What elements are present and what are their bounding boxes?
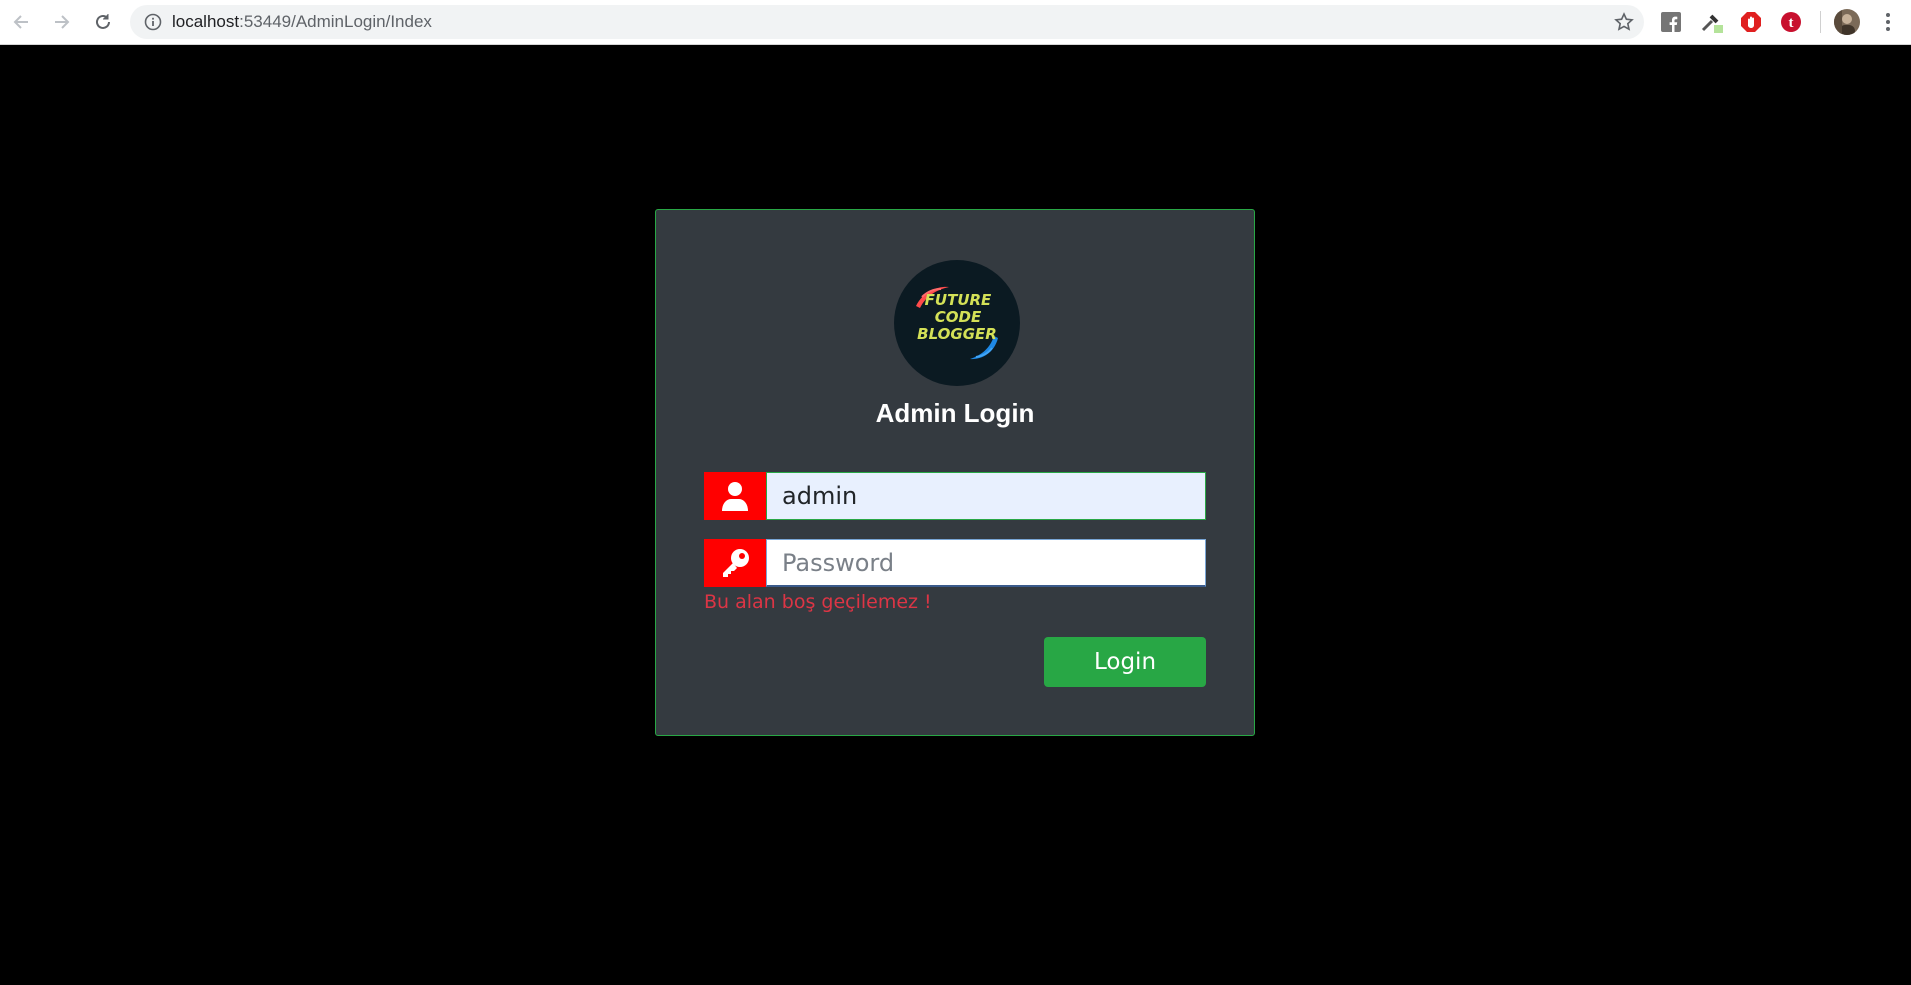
logo-line-3: BLOGGER bbox=[917, 325, 997, 343]
url-text[interactable]: localhost:53449/AdminLogin/Index bbox=[172, 5, 432, 39]
login-card: FUTURE CODE BLOGGER Admin Login Bu alan … bbox=[655, 209, 1255, 736]
forward-arrow-icon[interactable] bbox=[49, 9, 75, 35]
profile-avatar[interactable] bbox=[1834, 9, 1860, 35]
toolbar-divider bbox=[1820, 11, 1821, 33]
kebab-menu-icon[interactable] bbox=[1876, 10, 1900, 34]
username-group bbox=[704, 472, 1206, 520]
login-button[interactable]: Login bbox=[1044, 637, 1206, 687]
logo-line-2: CODE bbox=[935, 308, 982, 326]
page-title: Admin Login bbox=[875, 398, 1035, 428]
password-input[interactable] bbox=[766, 539, 1206, 587]
svg-text:t: t bbox=[1789, 15, 1794, 31]
eyedropper-icon[interactable] bbox=[1699, 10, 1723, 34]
browser-toolbar: localhost:53449/AdminLogin/Index t bbox=[0, 0, 1911, 45]
logo: FUTURE CODE BLOGGER bbox=[894, 260, 1020, 386]
logo-line-1: FUTURE bbox=[925, 291, 992, 309]
facebook-icon[interactable] bbox=[1659, 10, 1683, 34]
t-extension-icon[interactable]: t bbox=[1779, 10, 1803, 34]
username-input[interactable] bbox=[766, 472, 1206, 520]
adblock-icon[interactable] bbox=[1739, 10, 1763, 34]
info-icon[interactable] bbox=[144, 13, 162, 36]
star-icon[interactable] bbox=[1614, 12, 1634, 37]
key-icon bbox=[704, 539, 766, 587]
url-host: localhost bbox=[172, 12, 240, 31]
url-path: :53449/AdminLogin/Index bbox=[239, 12, 432, 31]
back-arrow-icon[interactable] bbox=[8, 9, 34, 35]
reload-icon[interactable] bbox=[90, 9, 116, 35]
password-group bbox=[704, 539, 1206, 587]
user-icon bbox=[704, 472, 766, 520]
validation-error: Bu alan boş geçilemez ! bbox=[704, 591, 932, 613]
address-bar[interactable]: localhost:53449/AdminLogin/Index bbox=[130, 5, 1644, 39]
